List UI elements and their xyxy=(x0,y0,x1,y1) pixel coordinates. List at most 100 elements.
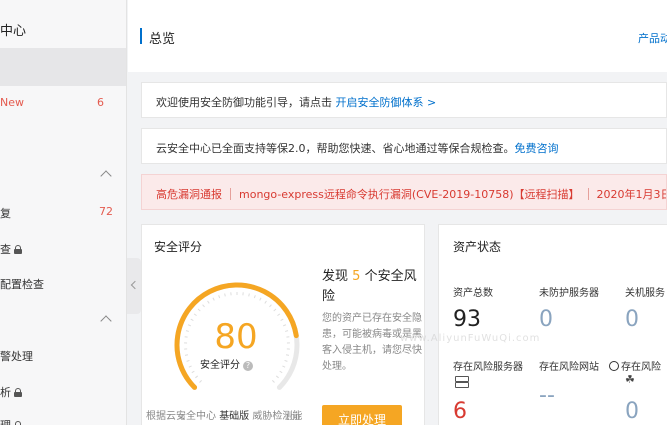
server-icon xyxy=(455,376,469,388)
gauge-tick xyxy=(212,297,215,301)
gauge-tick xyxy=(191,370,195,374)
gauge-tick xyxy=(202,304,205,308)
sidebar-item-config-check[interactable]: 配置检查 xyxy=(0,276,44,292)
sidebar-item-new[interactable]: New xyxy=(0,96,24,109)
sidebar-count-new: 6 xyxy=(97,96,104,109)
gauge-tick xyxy=(279,370,283,374)
sidebar-count-fix: 72 xyxy=(99,205,113,218)
gauge-tick xyxy=(272,380,275,383)
vuln-alert-banner[interactable]: 高危漏洞通报 mongo-express远程命令执行漏洞(CVE-2019-107… xyxy=(141,174,667,210)
gauge-tick xyxy=(273,308,277,312)
gauge-tick xyxy=(190,318,194,322)
gauge-tick xyxy=(195,375,199,379)
cloud-icon: ☘ xyxy=(625,373,635,386)
sidebar-item-fix[interactable]: 复 xyxy=(0,205,11,221)
stat-label-risk-servers: 存在风险服务器 xyxy=(453,362,523,373)
footnote-prefix: 根据云安全中心 xyxy=(146,411,216,422)
help-icon[interactable]: ? xyxy=(243,361,253,371)
gauge-tick xyxy=(199,380,202,383)
sidebar-title: 中心 xyxy=(0,24,27,39)
stat-value-risk-servers[interactable]: 6 xyxy=(453,399,467,424)
gauge-tick xyxy=(264,300,267,304)
sidebar-item-label: 查 xyxy=(0,243,11,256)
alert-divider xyxy=(587,188,589,200)
stat-label-risk-other-text: 存在风险 xyxy=(621,362,661,373)
gauge-tick xyxy=(248,293,250,297)
product-news-link[interactable]: 产品动 xyxy=(638,30,667,46)
risk-summary: 发现 5 个安全风险 xyxy=(322,267,422,307)
security-score-card: 安全评分 80 安全评分? 0 100 发现 5 个安全风险 您的资产已存在安全… xyxy=(141,224,425,425)
lock-icon xyxy=(14,245,22,254)
stat-value-risk-sites[interactable]: -- xyxy=(539,383,555,408)
globe-icon xyxy=(609,361,619,371)
edition-label: 基础版 xyxy=(219,411,250,422)
gauge-tick xyxy=(185,330,190,332)
sidebar-item-analysis[interactable]: 析 xyxy=(0,384,22,400)
gauge-tick xyxy=(282,365,286,368)
gauge-tick xyxy=(284,330,289,332)
gauge-tick xyxy=(283,324,287,327)
stat-label-unprotected: 未防护服务器 xyxy=(539,288,599,299)
gauge-tick xyxy=(284,359,288,362)
asset-status-card: 资产状态 资产总数 93 未防护服务器 0 关机服务 0 存在风险服务器 6 存… xyxy=(438,224,667,425)
gauge-tick xyxy=(186,359,190,362)
stat-label-shutdown: 关机服务 xyxy=(625,288,665,299)
gauge-tick xyxy=(275,375,279,379)
sidebar-collapse-toggle[interactable] xyxy=(127,258,141,314)
gauge-tick xyxy=(193,313,197,317)
sidebar-item-label: 警处理 xyxy=(0,350,33,363)
sidebar-item-label: 理 xyxy=(0,419,11,425)
alert-message: mongo-express远程命令执行漏洞(CVE-2019-10758)【远程… xyxy=(239,188,580,201)
lock-icon xyxy=(14,421,22,425)
new-badge: New xyxy=(0,96,24,109)
sidebar-item-alert-handling[interactable]: 警处理 xyxy=(0,348,33,364)
stat-value-risk-other[interactable]: 0 xyxy=(625,399,639,424)
page-header: 总览 产品动 xyxy=(128,0,667,72)
sidebar-item-check[interactable]: 查 xyxy=(0,241,22,257)
sidebar-item-overview[interactable] xyxy=(0,48,126,86)
score-label: 安全评分? xyxy=(200,356,253,371)
risk-count: 5 xyxy=(352,269,361,284)
footnote-suffix: 威胁检测能 xyxy=(252,411,303,422)
gauge-tick xyxy=(218,295,221,299)
card-title: 安全评分 xyxy=(154,240,203,254)
gauge-tick xyxy=(253,295,256,299)
card-title: 资产状态 xyxy=(453,240,502,254)
stat-label-risk-sites: 存在风险网站 xyxy=(539,362,599,373)
gauge-tick xyxy=(285,354,290,356)
guide-notice: 欢迎使用安全防御功能引导，请点击 开启安全防御体系 > xyxy=(141,82,667,118)
chevron-up-icon[interactable] xyxy=(100,315,112,327)
sidebar-item-manage[interactable]: 理 xyxy=(0,417,22,425)
gauge-tick xyxy=(187,324,191,327)
gauge-tick xyxy=(224,293,226,297)
gauge-tick xyxy=(184,354,189,356)
alert-divider xyxy=(230,188,231,200)
compliance-notice: 云安全中心已全面支持等保2.0，帮助您快速、省心地通过等保合规检查。免费咨询 xyxy=(141,128,667,164)
gauge-tick xyxy=(197,308,201,312)
score-footnote: 根据云安全中心 基础版 威胁检测能 xyxy=(146,407,302,422)
score-label-text: 安全评分 xyxy=(200,360,240,371)
handle-now-button[interactable]: 立即处理 xyxy=(322,405,402,425)
gauge-tick xyxy=(269,304,272,308)
stat-value-shutdown[interactable]: 0 xyxy=(625,307,639,332)
sidebar-item-label: 析 xyxy=(0,386,11,399)
stat-value-total[interactable]: 93 xyxy=(453,307,481,332)
gauge-tick xyxy=(207,300,210,304)
title-accent-bar xyxy=(140,28,142,44)
sidebar: 中心 New 6 复 72 查 配置检查 警处理 析 理 xyxy=(0,0,127,425)
enable-defense-link[interactable]: 开启安全防御体系 > xyxy=(336,96,437,109)
chevron-up-icon[interactable] xyxy=(100,170,112,182)
stat-value-unprotected[interactable]: 0 xyxy=(539,307,553,332)
gauge-tick xyxy=(280,318,284,322)
watermark: www.AliyunFuWuQi.com xyxy=(400,333,541,344)
free-consult-link[interactable]: 免费咨询 xyxy=(515,142,559,155)
alert-label: 高危漏洞通报 xyxy=(156,188,222,201)
compliance-text: 云安全中心已全面支持等保2.0，帮助您快速、省心地通过等保合规检查。 xyxy=(156,142,515,155)
gauge-tick xyxy=(259,297,262,301)
alert-date: 2020年1月3日 xyxy=(596,188,667,201)
lock-icon xyxy=(14,388,22,397)
risk-prefix: 发现 xyxy=(322,269,349,284)
gauge-tick xyxy=(188,365,192,368)
stat-label-risk-other: 存在风险 xyxy=(609,358,661,373)
gauge-tick xyxy=(277,313,281,317)
